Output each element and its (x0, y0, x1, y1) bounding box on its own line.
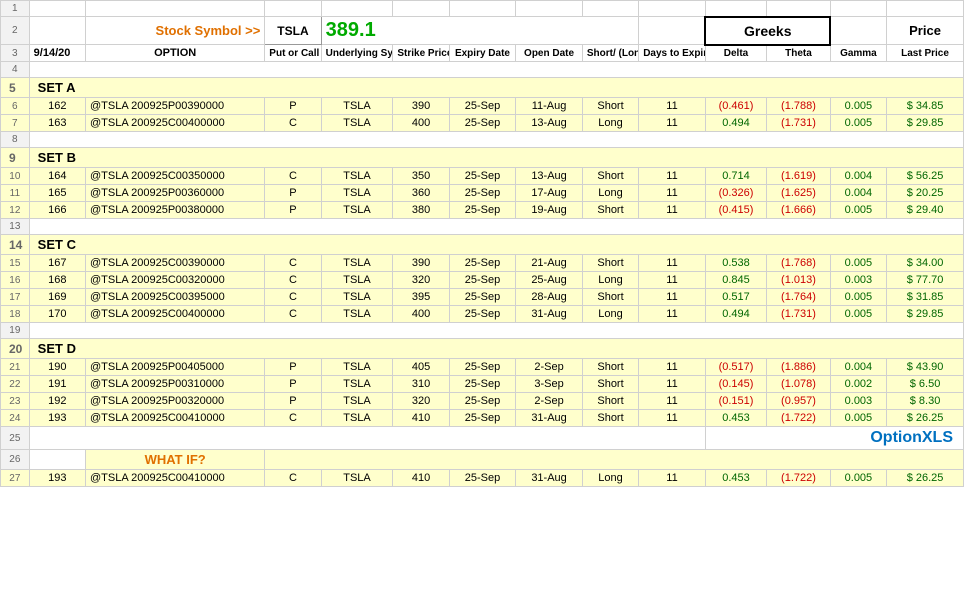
row-162-gamma: 0.005 (830, 98, 886, 115)
row-163-pc: C (265, 115, 321, 132)
set-a-header-row: 5 SET A (1, 78, 964, 98)
row-162-open: 11-Aug (516, 98, 583, 115)
row-162-sl: Short (582, 98, 638, 115)
row-162-underlying: TSLA (321, 98, 393, 115)
row-3-headers: 3 9/14/20 OPTION Put or Call Underlying … (1, 45, 964, 62)
set-c-label: SET C (29, 235, 963, 255)
row-1: 1 (1, 1, 964, 17)
row-19: 19 (1, 323, 964, 339)
set-a-row-1: 6 162 @TSLA 200925P00390000 P TSLA 390 2… (1, 98, 964, 115)
set-a-label: SET A (29, 78, 963, 98)
row-162-theta: (1.788) (767, 98, 831, 115)
set-d-label: SET D (29, 339, 963, 359)
optionxls-brand: OptionXLS (870, 429, 953, 446)
spreadsheet-container: 1 2 Stock Symbol >> TSLA 389.1 Greeks Pr… (0, 0, 964, 600)
set-c-header-row: 14 SET C (1, 235, 964, 255)
row-162-option: @TSLA 200925P00390000 (86, 98, 265, 115)
what-if-label: WHAT IF? (145, 452, 206, 467)
row-13: 13 (1, 219, 964, 235)
row-162-id: 162 (29, 98, 85, 115)
row-163-theta: (1.731) (767, 115, 831, 132)
set-b-header-row: 9 SET B (1, 148, 964, 168)
greeks-header: Greeks (705, 17, 830, 45)
row-163-days: 11 (639, 115, 706, 132)
row-163-underlying: TSLA (321, 115, 393, 132)
strike-header: Strike Price (393, 45, 449, 62)
set-c-row-1: 15 167 @TSLA 200925C00390000 C TSLA 390 … (1, 255, 964, 272)
gamma-header: Gamma (830, 45, 886, 62)
row-26-whatif: 26 WHAT IF? (1, 450, 964, 470)
set-d-row-2: 22 191 @TSLA 200925P00310000 P TSLA 310 … (1, 376, 964, 393)
row-162-expiry: 25-Sep (449, 98, 516, 115)
stock-symbol-label: Stock Symbol >> (86, 17, 265, 45)
row-162-pc: P (265, 98, 321, 115)
date-header: 9/14/20 (29, 45, 85, 62)
row-162-strike: 390 (393, 98, 449, 115)
row-163-strike: 400 (393, 115, 449, 132)
row-163-sl: Long (582, 115, 638, 132)
set-d-header-row: 20 SET D (1, 339, 964, 359)
days-header: Days to Expiry (639, 45, 706, 62)
set-b-label: SET B (29, 148, 963, 168)
stock-price: 389.1 (321, 17, 639, 45)
delta-header: Delta (705, 45, 766, 62)
set-d-row-4: 24 193 @TSLA 200925C00410000 C TSLA 410 … (1, 410, 964, 427)
row-163-id: 163 (29, 115, 85, 132)
shortlong-header: Short/ (Long) (582, 45, 638, 62)
row-162-delta: (0.461) (705, 98, 766, 115)
expiry-header: Expiry Date (449, 45, 516, 62)
rownum-3: 3 (1, 45, 30, 62)
what-if-data-row: 27 193 @TSLA 200925C00410000 C TSLA 410 … (1, 470, 964, 487)
row-163-price: $ 29.85 (887, 115, 964, 132)
row-162-price: $ 34.85 (887, 98, 964, 115)
row-4: 4 (1, 62, 964, 78)
price-section-header: Price (887, 17, 964, 45)
set-b-row-2: 11 165 @TSLA 200925P00360000 P TSLA 360 … (1, 185, 964, 202)
open-header: Open Date (516, 45, 583, 62)
rownum-1: 1 (1, 1, 30, 17)
row-162-days: 11 (639, 98, 706, 115)
set-b-row-1: 10 164 @TSLA 200925C00350000 C TSLA 350 … (1, 168, 964, 185)
putcall-header: Put or Call (265, 45, 321, 62)
underlying-header: Underlying Symbol (321, 45, 393, 62)
set-d-row-3: 23 192 @TSLA 200925P00320000 P TSLA 320 … (1, 393, 964, 410)
set-d-row-1: 21 190 @TSLA 200925P00405000 P TSLA 405 … (1, 359, 964, 376)
set-c-row-4: 18 170 @TSLA 200925C00400000 C TSLA 400 … (1, 306, 964, 323)
option-header: OPTION (86, 45, 265, 62)
set-c-row-3: 17 169 @TSLA 200925C00395000 C TSLA 395 … (1, 289, 964, 306)
row-2-stock: 2 Stock Symbol >> TSLA 389.1 Greeks Pric… (1, 17, 964, 45)
row-163-option: @TSLA 200925C00400000 (86, 115, 265, 132)
row-163-open: 13-Aug (516, 115, 583, 132)
rownum-2: 2 (1, 17, 30, 45)
row-25: 25 OptionXLS (1, 427, 964, 450)
theta-header: Theta (767, 45, 831, 62)
stock-symbol-value: TSLA (265, 17, 321, 45)
row-163-expiry: 25-Sep (449, 115, 516, 132)
row-163-delta: 0.494 (705, 115, 766, 132)
row-8: 8 (1, 132, 964, 148)
row-163-gamma: 0.005 (830, 115, 886, 132)
set-c-row-2: 16 168 @TSLA 200925C00320000 C TSLA 320 … (1, 272, 964, 289)
set-a-row-2: 7 163 @TSLA 200925C00400000 C TSLA 400 2… (1, 115, 964, 132)
set-b-row-3: 12 166 @TSLA 200925P00380000 P TSLA 380 … (1, 202, 964, 219)
lastprice-header: Last Price (887, 45, 964, 62)
